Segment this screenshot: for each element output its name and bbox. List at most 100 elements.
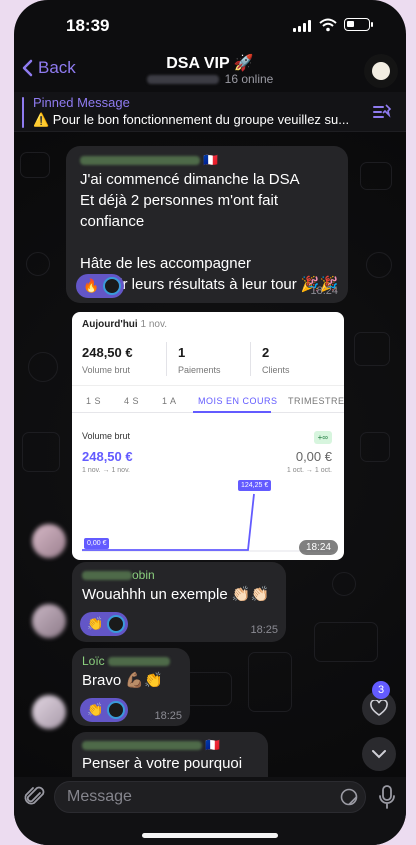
dashboard-date: Aujourd'hui 1 nov. [82, 319, 167, 330]
message-bubble[interactable]: 🇫🇷 J'ai commencé dimanche la DSA Et déjà… [66, 146, 348, 303]
reaction-emoji: 👏 [87, 702, 104, 717]
message-bubble[interactable]: 🇫🇷 Penser à votre pourquoi [72, 732, 268, 777]
kpi-label: Paiements [178, 365, 221, 375]
previous-value: 0,00 € [295, 449, 332, 464]
reactor-avatar [103, 277, 122, 295]
pinned-text: ⚠️ Pour le bon fonctionnement du groupe … [33, 112, 350, 127]
wifi-icon [319, 18, 337, 32]
background-doodle [314, 622, 378, 662]
group-avatar[interactable] [364, 54, 398, 88]
background-doodle [354, 332, 390, 366]
reaction-emoji: 👏 [87, 616, 104, 631]
reactor-avatar [107, 615, 126, 633]
scroll-down-button[interactable] [362, 737, 396, 771]
background-doodle [26, 252, 50, 276]
active-tab-underline [193, 411, 271, 413]
message-time: 18:24 [310, 285, 338, 297]
message-sender: obin [82, 568, 155, 582]
chat-header: Back DSA VIP 🚀 16 online [14, 48, 406, 92]
sender-flag: 🇫🇷 [203, 153, 219, 167]
kpi-value: 1 [178, 345, 186, 360]
reaction-chip[interactable]: 👏 [80, 698, 129, 722]
message-bubble[interactable]: Loïc Bravo 💪🏽👏 👏 18:25 [72, 648, 190, 726]
message-sender: 🇫🇷 [80, 153, 218, 167]
sender-name-visible: obin [132, 568, 155, 582]
message-time: 18:25 [250, 624, 278, 636]
message-time: 18:25 [154, 710, 182, 722]
kpi-label: Clients [262, 365, 290, 375]
reactor-avatar [107, 701, 126, 719]
tab-4s: 4 S [124, 396, 140, 406]
background-doodle [22, 432, 60, 472]
period-tabs: 1 S 4 S 1 A MOIS EN COURS TRIMESTRE [72, 385, 344, 413]
background-doodle [366, 252, 392, 278]
status-bar: 18:39 [14, 0, 406, 48]
chart-point-label: 124,25 € [238, 480, 272, 491]
kpi-divider [166, 342, 167, 376]
kpi-label: Volume brut [82, 365, 131, 375]
kpi-value: 248,50 € [82, 345, 133, 360]
tab-trimestre: TRIMESTRE [288, 396, 344, 406]
cellular-signal-icon [293, 20, 311, 32]
composer-bar [14, 777, 406, 845]
background-doodle [20, 152, 50, 178]
status-time: 18:39 [66, 16, 110, 35]
image-time: 18:24 [298, 540, 338, 555]
sender-name-visible: Loïc [82, 654, 105, 668]
microphone-icon[interactable] [378, 785, 396, 809]
reaction-emoji: 🔥 [83, 278, 100, 293]
pinned-title: Pinned Message [33, 95, 130, 110]
message-text: Bravo 💪🏽👏 [82, 672, 163, 689]
online-count: 16 online [224, 72, 274, 86]
sender-avatar[interactable] [32, 524, 66, 558]
message-text: Penser à votre pourquoi [82, 755, 243, 772]
kpi-divider [250, 342, 251, 376]
message-input[interactable] [54, 781, 366, 813]
reaction-chip[interactable]: 🔥 [76, 274, 125, 298]
sender-name-blurred [82, 741, 202, 751]
chat-title[interactable]: DSA VIP 🚀 [14, 53, 406, 73]
chart-point-label: 0,00 € [84, 538, 110, 549]
paperclip-icon[interactable] [24, 785, 46, 809]
sender-name-blurred [108, 657, 171, 667]
sticker-icon[interactable] [340, 788, 358, 806]
message-bubble[interactable]: obin Wouahhh un exemple 👏🏻👏🏻 👏 18:25 [72, 562, 286, 642]
kpi-clients: 2 Clients [262, 345, 290, 375]
tab-1a: 1 A [162, 396, 177, 406]
heart-icon [370, 700, 388, 716]
message-text: Wouahhh un exemple 👏🏻👏🏻 [82, 586, 270, 603]
dashboard-date-label: Aujourd'hui [82, 319, 138, 330]
unread-reactions-badge: 3 [372, 681, 390, 699]
tab-mois-en-cours: MOIS EN COURS [198, 396, 278, 406]
message-list[interactable]: 🇫🇷 J'ai commencé dimanche la DSA Et déjà… [14, 132, 406, 777]
phone-screen: 18:39 Back DSA VIP 🚀 16 online Pinned Me… [14, 0, 406, 845]
sender-flag: 🇫🇷 [205, 738, 221, 752]
current-value: 248,50 € [82, 449, 133, 464]
dashboard-screenshot-image[interactable]: Aujourd'hui 1 nov. 248,50 € Volume brut … [72, 312, 344, 560]
sender-avatar[interactable] [32, 604, 66, 638]
home-indicator [142, 833, 278, 838]
chat-subtitle: 16 online [14, 72, 406, 86]
pinned-indicator [22, 97, 24, 128]
kpi-value: 2 [262, 345, 270, 360]
background-doodle [184, 672, 232, 706]
sender-name-blurred [80, 156, 200, 166]
background-doodle [248, 652, 292, 712]
growth-badge: +∞ [313, 431, 332, 444]
tab-1s: 1 S [86, 396, 102, 406]
reaction-chip[interactable]: 👏 [80, 612, 129, 636]
kpi-volume: 248,50 € Volume brut [82, 345, 133, 375]
chevron-down-icon [372, 750, 386, 759]
message-sender: 🇫🇷 [82, 738, 220, 752]
background-doodle [332, 572, 356, 596]
pinned-message-bar[interactable]: Pinned Message ⚠️ Pour le bon fonctionne… [14, 92, 406, 132]
sender-name-blurred [82, 571, 132, 581]
metric-label: Volume brut [82, 431, 131, 441]
battery-icon [344, 18, 373, 31]
background-doodle [360, 432, 390, 462]
pinned-list-icon[interactable] [372, 102, 392, 122]
dashboard-date-value: 1 nov. [140, 319, 167, 330]
background-doodle [360, 162, 392, 190]
sender-avatar[interactable] [32, 695, 66, 729]
kpi-payments: 1 Paiements [178, 345, 221, 375]
